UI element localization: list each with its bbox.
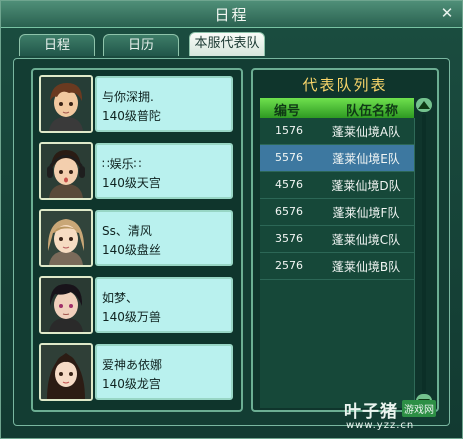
team-id: 2576 <box>275 259 303 272</box>
member-name: 爱神あ依娜 <box>102 358 163 372</box>
team-id: 3576 <box>275 232 303 245</box>
avatar <box>39 276 93 334</box>
watermark-logo: 叶子猪 游戏网 www.yzz.cn <box>344 397 462 437</box>
member-list: 与你深拥. 140级普陀 ∷娱乐∷ 140级天宫 Ss、清风 140级盘丝 如梦… <box>31 68 243 412</box>
table-row[interactable]: 2576 蓬莱仙境B队 <box>260 253 414 280</box>
table-row[interactable]: 3576 蓬莱仙境C队 <box>260 226 414 253</box>
member-card[interactable]: Ss、清风 140级盘丝 <box>39 209 235 267</box>
team-list-title: 代表队列表 <box>302 76 388 94</box>
member-info: ∷娱乐∷ 140级天宫 <box>95 143 233 199</box>
window-title: 日程 <box>214 6 249 24</box>
team-name: 蓬莱仙境A队 <box>331 125 401 139</box>
table-row[interactable]: 5576 蓬莱仙境E队 <box>260 145 414 172</box>
member-level: 140级盘丝 <box>102 243 161 257</box>
table-row[interactable]: 4576 蓬莱仙境D队 <box>260 172 414 199</box>
tab-server-team[interactable]: 本服代表队 <box>189 32 265 56</box>
team-name: 蓬莱仙境B队 <box>331 260 401 274</box>
team-id: 5576 <box>275 151 303 164</box>
scrollbar[interactable] <box>416 98 432 408</box>
member-name: 与你深拥. <box>102 90 154 104</box>
member-card[interactable]: 如梦、 140级万兽 <box>39 276 235 334</box>
member-info: Ss、清风 140级盘丝 <box>95 210 233 266</box>
scroll-up-icon[interactable] <box>416 98 432 112</box>
team-id: 4576 <box>275 178 303 191</box>
avatar <box>39 142 93 200</box>
schedule-window: 日程 ✕ 日程 日历 本服代表队 与你深拥. 140级普陀 ∷娱乐∷ 140级天… <box>0 0 463 439</box>
team-name: 蓬莱仙境F队 <box>332 206 400 220</box>
column-header-id: 编号 <box>274 104 301 119</box>
member-level: 140级普陀 <box>102 109 161 123</box>
table-row[interactable]: 1576 蓬莱仙境A队 <box>260 118 414 145</box>
watermark-url: www.yzz.cn <box>346 420 415 431</box>
avatar <box>39 343 93 401</box>
team-id: 1576 <box>275 124 303 137</box>
avatar <box>39 209 93 267</box>
content-panel: 与你深拥. 140级普陀 ∷娱乐∷ 140级天宫 Ss、清风 140级盘丝 如梦… <box>13 58 450 426</box>
team-name: 蓬莱仙境C队 <box>331 233 401 247</box>
member-card[interactable]: 爱神あ依娜 140级龙宫 <box>39 343 235 401</box>
member-name: 如梦、 <box>102 291 139 305</box>
avatar <box>39 75 93 133</box>
team-list-panel: 代表队列表 编号 队伍名称 1576 蓬莱仙境A队 5576 蓬莱仙境E队 45… <box>251 68 439 412</box>
member-level: 140级龙宫 <box>102 377 161 391</box>
team-table: 1576 蓬莱仙境A队 5576 蓬莱仙境E队 4576 蓬莱仙境D队 6576… <box>260 118 415 408</box>
member-card[interactable]: 与你深拥. 140级普陀 <box>39 75 235 133</box>
scroll-track[interactable] <box>422 114 426 392</box>
member-level: 140级万兽 <box>102 310 161 324</box>
title-bar: 日程 ✕ <box>1 1 462 28</box>
member-info: 爱神あ依娜 140级龙宫 <box>95 344 233 400</box>
team-name: 蓬莱仙境D队 <box>331 179 401 193</box>
tab-calendar[interactable]: 日历 <box>103 34 179 56</box>
member-info: 与你深拥. 140级普陀 <box>95 76 233 132</box>
member-level: 140级天宫 <box>102 176 161 190</box>
team-name: 蓬莱仙境E队 <box>332 152 400 166</box>
member-name: Ss、清风 <box>102 224 152 238</box>
team-id: 6576 <box>275 205 303 218</box>
member-info: 如梦、 140级万兽 <box>95 277 233 333</box>
watermark-tag: 游戏网 <box>402 400 436 417</box>
close-icon[interactable]: ✕ <box>439 5 455 21</box>
table-header: 编号 队伍名称 <box>260 98 414 119</box>
column-header-team-name: 队伍名称 <box>346 104 399 119</box>
member-name: ∷娱乐∷ <box>102 157 142 171</box>
watermark-brand: 叶子猪 <box>344 402 398 422</box>
table-row[interactable]: 6576 蓬莱仙境F队 <box>260 199 414 226</box>
tab-schedule[interactable]: 日程 <box>19 34 95 56</box>
member-card[interactable]: ∷娱乐∷ 140级天宫 <box>39 142 235 200</box>
